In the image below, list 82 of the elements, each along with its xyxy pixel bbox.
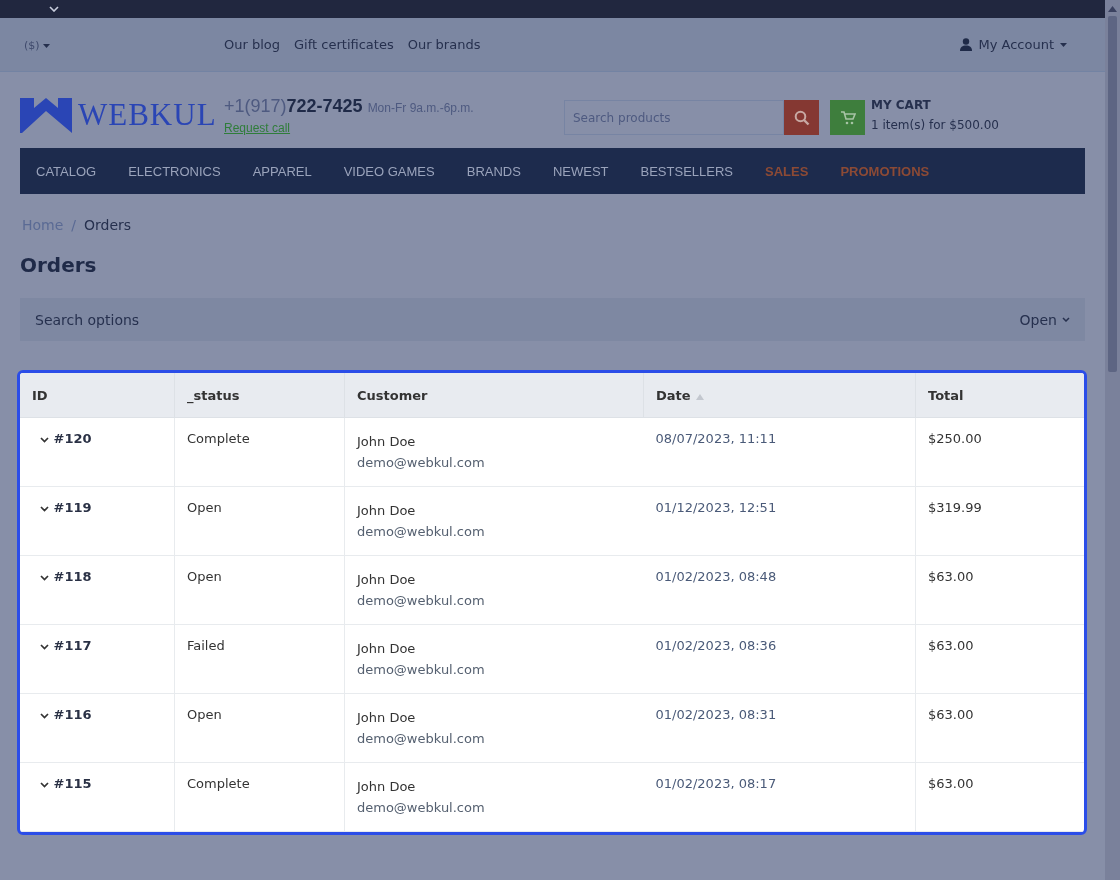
logo-mark-icon <box>20 97 72 133</box>
customer-email: demo@webkul.com <box>357 455 486 470</box>
page-title: Orders <box>20 253 98 277</box>
status-cell: Open <box>174 555 345 625</box>
customer-email: demo@webkul.com <box>357 524 486 539</box>
status-cell: Complete <box>174 762 345 832</box>
search-field[interactable]: Search products <box>564 100 784 135</box>
caret-down-icon <box>1060 42 1067 47</box>
total-cell: $63.00 <box>915 693 1084 763</box>
scroll-up-icon[interactable] <box>1108 6 1117 12</box>
breadcrumb-separator: / <box>71 217 77 233</box>
scrollbar[interactable] <box>1105 0 1120 880</box>
customer-email: demo@webkul.com <box>357 731 486 746</box>
column-header[interactable]: _status <box>174 373 345 418</box>
status-cell: Open <box>174 486 345 556</box>
customer-name: John Doe <box>357 434 417 449</box>
chevron-down-icon[interactable] <box>49 6 59 12</box>
customer-email: demo@webkul.com <box>357 662 486 677</box>
column-header[interactable]: Total <box>915 373 1084 418</box>
status-cell: Failed <box>174 624 345 694</box>
status-cell: Complete <box>174 417 345 487</box>
order-id[interactable]: #117 <box>20 624 175 694</box>
open-toggle[interactable]: Open <box>1019 311 1070 328</box>
opening-hours: Mon-Fr 9a.m.-6p.m. <box>367 101 474 115</box>
search-options-label: Search options <box>35 311 140 328</box>
cart-icon <box>839 110 856 125</box>
column-header[interactable]: Customer <box>344 373 644 418</box>
customer-name: John Doe <box>357 641 417 656</box>
cart-summary: 1 item(s) for $500.00 <box>871 118 999 132</box>
total-cell: $250.00 <box>915 417 1084 487</box>
date-cell: 01/02/2023, 08:17 <box>643 762 916 832</box>
order-id[interactable]: #115 <box>20 762 175 832</box>
nav-item[interactable]: BESTSELLERS <box>640 163 734 179</box>
customer-name: John Doe <box>357 710 417 725</box>
date-cell: 01/02/2023, 08:48 <box>643 555 916 625</box>
nav-item[interactable]: NEWEST <box>552 163 609 179</box>
phone-number: +1(917)722-7425 <box>224 96 363 117</box>
status-cell: Open <box>174 693 345 763</box>
breadcrumb-current: Orders <box>84 217 132 233</box>
order-id[interactable]: #116 <box>20 693 175 763</box>
chevron-down-icon <box>40 782 49 788</box>
nav-item[interactable]: CATALOG <box>36 163 97 179</box>
total-cell: $319.99 <box>915 486 1084 556</box>
chevron-down-icon <box>40 644 49 650</box>
column-header[interactable]: Date <box>643 373 916 418</box>
search-button[interactable] <box>784 100 819 135</box>
nav-item[interactable]: APPAREL <box>252 163 312 179</box>
customer-email: demo@webkul.com <box>357 800 486 815</box>
total-cell: $63.00 <box>915 555 1084 625</box>
date-cell: 01/02/2023, 08:31 <box>643 693 916 763</box>
chevron-down-icon <box>40 575 49 581</box>
search-icon <box>793 109 810 126</box>
cart-button[interactable] <box>830 100 865 135</box>
order-id[interactable]: #119 <box>20 486 175 556</box>
total-cell: $63.00 <box>915 624 1084 694</box>
order-id[interactable]: #120 <box>20 417 175 487</box>
nav-item[interactable]: ELECTRONICS <box>128 163 221 179</box>
customer-name: John Doe <box>357 572 417 587</box>
date-cell: 01/02/2023, 08:36 <box>643 624 916 694</box>
header-link[interactable]: Gift certificates <box>294 37 394 52</box>
account-menu[interactable]: My Account <box>960 37 1067 52</box>
customer-email: demo@webkul.com <box>357 593 486 608</box>
cart-title: MY CART <box>871 98 932 112</box>
order-id[interactable]: #118 <box>20 555 175 625</box>
nav-item[interactable]: BRANDS <box>466 163 521 179</box>
column-header[interactable]: ID <box>20 373 175 418</box>
chevron-down-icon <box>40 437 49 443</box>
customer-name: John Doe <box>357 503 417 518</box>
customer-name: John Doe <box>357 779 417 794</box>
chevron-down-icon <box>40 713 49 719</box>
header-link[interactable]: Our blog <box>224 37 281 52</box>
total-cell: $63.00 <box>915 762 1084 832</box>
scrollbar-thumb[interactable] <box>1108 16 1117 372</box>
chevron-down-icon <box>1062 317 1070 322</box>
chevron-down-icon <box>40 506 49 512</box>
user-icon <box>960 38 973 51</box>
date-cell: 08/07/2023, 11:11 <box>643 417 916 487</box>
nav-item[interactable]: VIDEO GAMES <box>343 163 435 179</box>
caret-down-icon <box>42 43 50 48</box>
date-cell: 01/12/2023, 12:51 <box>643 486 916 556</box>
search-options-bar[interactable]: Search options Open <box>20 298 1085 341</box>
header-link[interactable]: Our brands <box>407 37 481 52</box>
